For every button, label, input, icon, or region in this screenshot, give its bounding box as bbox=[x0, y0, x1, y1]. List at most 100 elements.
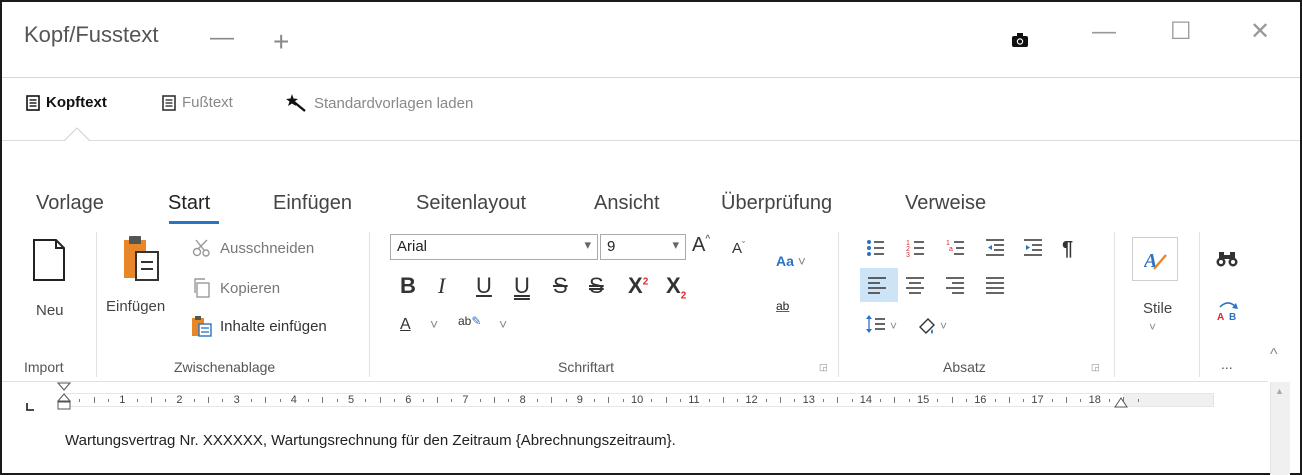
ruler-half-tick bbox=[436, 397, 438, 403]
strikethrough-button[interactable]: S bbox=[553, 273, 568, 299]
double-strikethrough-button[interactable]: S bbox=[589, 273, 604, 299]
ruler-tick bbox=[994, 399, 996, 402]
ruler-tick bbox=[822, 399, 824, 402]
window-title: Kopf/Fusstext bbox=[24, 22, 159, 47]
ruler-half-tick bbox=[665, 397, 667, 403]
camera-icon[interactable] bbox=[1012, 33, 1028, 47]
ruler-tick bbox=[279, 399, 281, 402]
italic-button[interactable]: I bbox=[438, 273, 445, 299]
clear-formatting-button[interactable]: ab bbox=[776, 299, 789, 313]
shrink-font-button[interactable]: Aˇ bbox=[732, 240, 745, 257]
group-separator bbox=[1114, 232, 1115, 377]
indent-marker-icon[interactable] bbox=[57, 382, 71, 422]
paste-icon bbox=[124, 236, 159, 281]
menu-start[interactable]: Start bbox=[168, 192, 210, 215]
header-text[interactable]: Wartungsvertrag Nr. XXXXXX, Wartungsrech… bbox=[65, 432, 676, 449]
new-document-icon bbox=[33, 239, 65, 281]
double-underline-button[interactable]: U bbox=[514, 273, 530, 299]
minimize-panel-button[interactable]: — bbox=[210, 26, 234, 50]
bold-button[interactable]: B bbox=[400, 273, 416, 299]
tab-stop-selector[interactable] bbox=[24, 399, 36, 411]
grow-font-button[interactable]: A^ bbox=[692, 234, 710, 257]
window-close-button[interactable]: ✕ bbox=[1250, 20, 1270, 44]
collapse-ribbon-icon[interactable]: ^ bbox=[1270, 346, 1278, 364]
multilevel-list-icon: 1 a bbox=[946, 240, 964, 255]
horizontal-ruler[interactable]: 1 2 3 4 5 6 7 8 9 10 11 12 13 14 15 16 17 18 bbox=[64, 393, 1214, 407]
change-case-button[interactable]: Aa ˅ bbox=[776, 253, 806, 269]
ruler-tick bbox=[737, 399, 739, 402]
ruler-half-tick bbox=[379, 397, 381, 403]
font-size-select[interactable]: 9 ▾ bbox=[600, 234, 686, 260]
chevron-down-icon[interactable]: ˅ bbox=[430, 316, 438, 332]
ruler-tick bbox=[308, 399, 310, 402]
paste-special-label: Inhalte einfügen bbox=[220, 317, 327, 335]
menu-vorlage[interactable]: Vorlage bbox=[36, 192, 104, 215]
marker-icon: ✎ bbox=[471, 314, 482, 328]
ruler-tick bbox=[336, 399, 338, 402]
font-family-select[interactable]: Arial ▾ bbox=[390, 234, 598, 260]
ruler-number: 10 bbox=[631, 394, 644, 406]
ruler-half-tick bbox=[951, 397, 953, 403]
right-indent-marker-icon[interactable] bbox=[1114, 397, 1128, 409]
styles-button[interactable]: A bbox=[1132, 237, 1178, 281]
dialog-launcher-icon[interactable]: ◲ bbox=[819, 362, 828, 373]
svg-text:B: B bbox=[1229, 312, 1236, 321]
numbered-list-icon: 1 2 3 bbox=[906, 240, 924, 258]
ruler-tick bbox=[508, 399, 510, 402]
menu-verweise[interactable]: Verweise bbox=[905, 192, 986, 215]
chevron-down-icon[interactable]: ˅ bbox=[1149, 320, 1156, 334]
menu-seitenlayout[interactable]: Seitenlayout bbox=[416, 192, 526, 215]
down-caret-icon: ˇ bbox=[742, 240, 746, 250]
copy-icon bbox=[194, 278, 210, 298]
ruler-number: 8 bbox=[519, 394, 526, 406]
menu-ansicht[interactable]: Ansicht bbox=[594, 192, 660, 215]
underline-button[interactable]: U bbox=[476, 273, 492, 299]
ruler-half-tick bbox=[150, 397, 152, 403]
ruler-tick bbox=[880, 399, 882, 402]
ruler-tick bbox=[165, 399, 167, 402]
ruler-half-tick bbox=[93, 397, 95, 403]
scissors-icon bbox=[192, 239, 210, 257]
replace-icon[interactable]: A B bbox=[1216, 299, 1240, 321]
ruler-number: 6 bbox=[405, 394, 412, 406]
superscript-button[interactable]: X2 bbox=[628, 273, 648, 299]
justify-icon bbox=[986, 277, 1004, 294]
tab-kopftext[interactable]: Kopftext bbox=[26, 94, 107, 111]
highlight-button[interactable]: ab✎ bbox=[458, 314, 481, 328]
add-button[interactable]: + bbox=[273, 28, 289, 56]
dialog-launcher-icon[interactable]: ◲ bbox=[1091, 362, 1100, 373]
group-separator bbox=[369, 232, 370, 377]
paste-special-button[interactable]: Inhalte einfügen bbox=[192, 315, 327, 337]
align-center-icon bbox=[906, 277, 924, 294]
window-minimize-button[interactable]: — bbox=[1092, 20, 1116, 44]
subscript-button[interactable]: X2 bbox=[666, 273, 686, 301]
copy-button[interactable]: Kopieren bbox=[192, 278, 280, 298]
ruler-number: 7 bbox=[462, 394, 469, 406]
group-label-clipboard: Zwischenablage bbox=[174, 359, 276, 375]
scroll-up-icon[interactable]: ▲ bbox=[1275, 386, 1284, 396]
ruler-tick bbox=[594, 399, 596, 402]
menu-ueberpruefung[interactable]: Überprüfung bbox=[721, 192, 832, 215]
ruler-tick bbox=[107, 399, 109, 402]
ruler-number: 5 bbox=[348, 394, 355, 406]
paragraph-list-tools: 1 2 3 1 a ¶ bbox=[867, 238, 1073, 258]
bullet-list-icon bbox=[867, 240, 884, 256]
tab-fusstext[interactable]: Fußtext bbox=[162, 94, 233, 111]
chevron-down-icon[interactable]: ˅ bbox=[499, 316, 507, 332]
vertical-scrollbar[interactable]: ▲ bbox=[1270, 382, 1290, 475]
ruler-tick bbox=[1023, 399, 1025, 402]
subscript-mark: 2 bbox=[680, 290, 687, 302]
cut-button[interactable]: Ausschneiden bbox=[192, 239, 314, 257]
binoculars-icon[interactable] bbox=[1216, 250, 1238, 268]
ruler-tick bbox=[851, 399, 853, 402]
paste-button-label: Einfügen bbox=[106, 298, 166, 315]
chevron-down-icon: ˅ bbox=[793, 253, 806, 269]
font-color-button[interactable]: A bbox=[400, 316, 411, 334]
menu-einfuegen[interactable]: Einfügen bbox=[273, 192, 352, 215]
load-templates-button[interactable]: Standardvorlagen laden bbox=[286, 94, 473, 112]
ruler-number: 18 bbox=[1088, 394, 1101, 406]
new-button-label: Neu bbox=[36, 302, 64, 319]
window-maximize-button[interactable]: ☐ bbox=[1170, 20, 1192, 44]
load-templates-label: Standardvorlagen laden bbox=[314, 94, 474, 112]
ruler-tick bbox=[1137, 399, 1139, 402]
